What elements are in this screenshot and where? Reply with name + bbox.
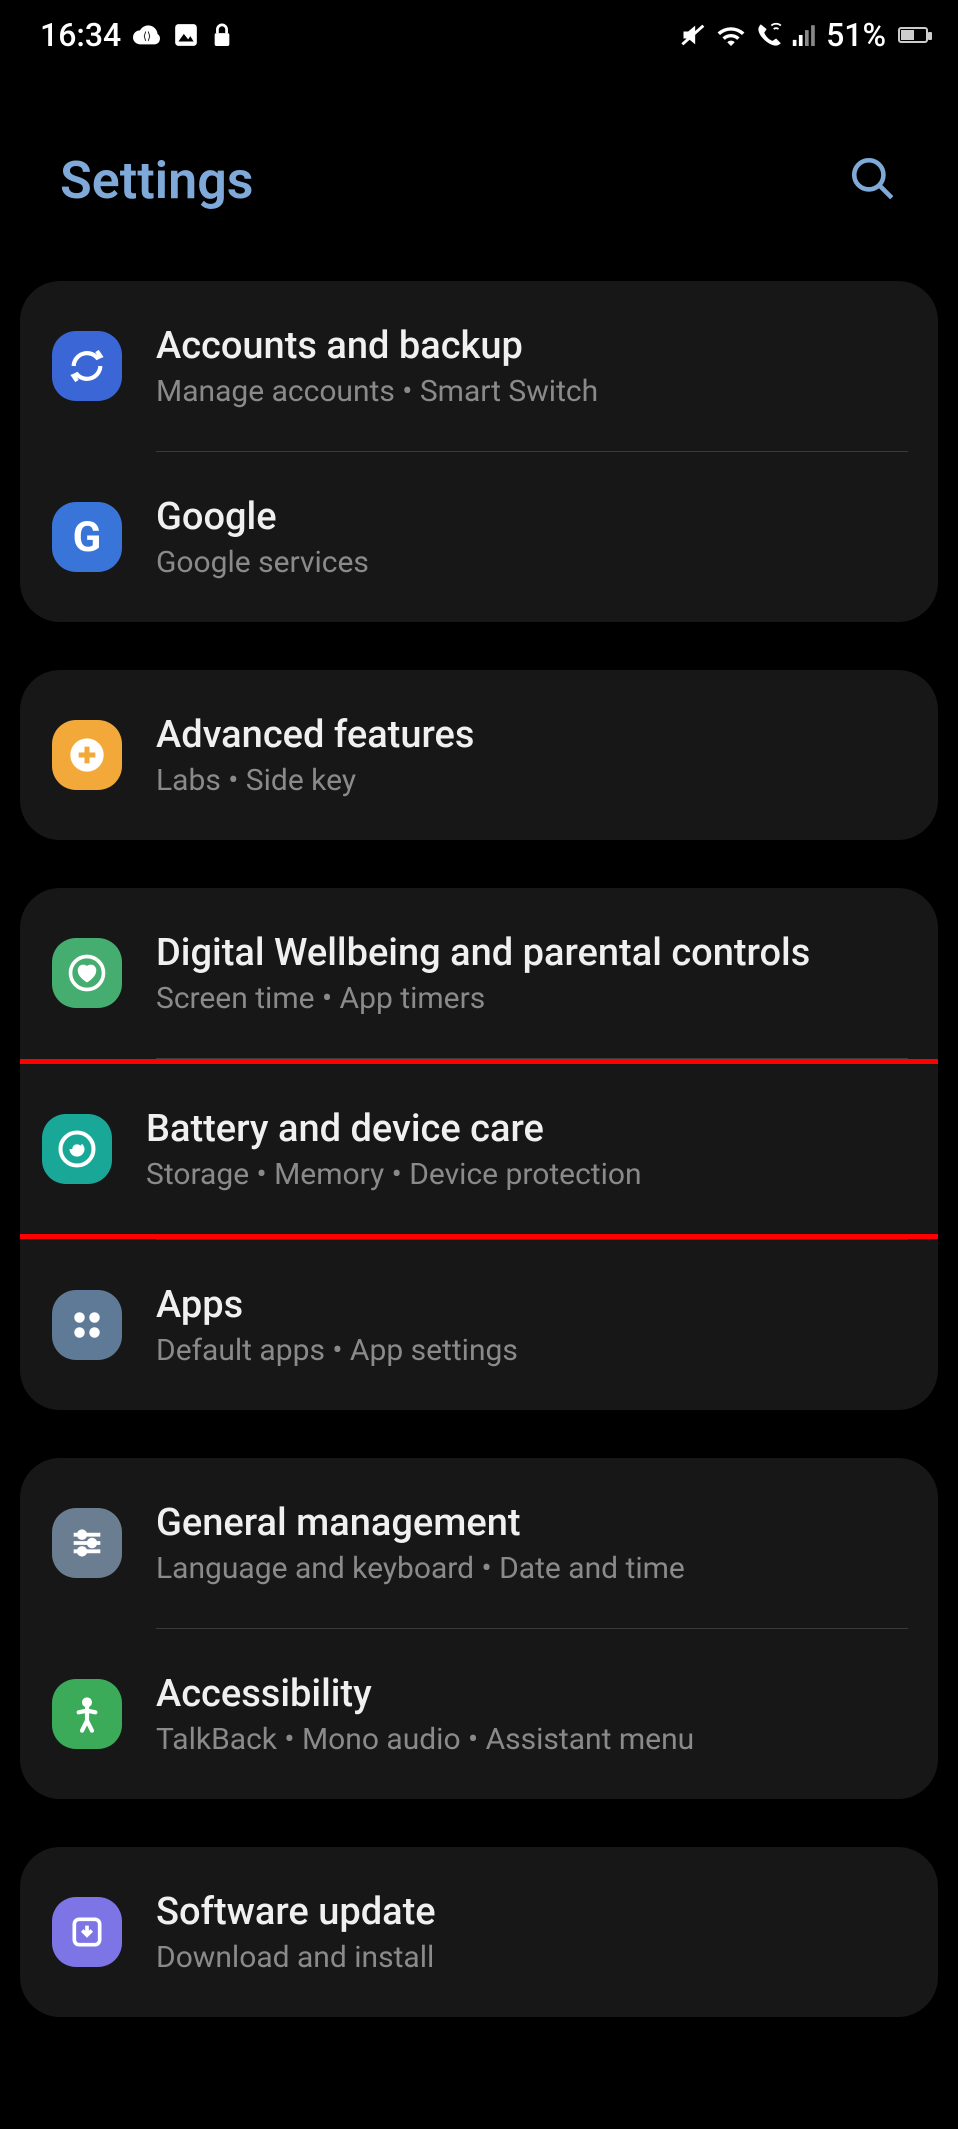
- settings-group: Accounts and backup Manage accounts • Sma…: [20, 281, 938, 622]
- row-text: Google Google services: [156, 495, 908, 580]
- apps-icon: [52, 1290, 122, 1360]
- row-text: General management Language and keyboard …: [156, 1501, 908, 1586]
- settings-group: Advanced features Labs • Side key: [20, 670, 938, 840]
- mute-icon: [680, 23, 708, 47]
- row-title: Accessibility: [156, 1672, 908, 1716]
- status-right: 51%: [680, 16, 928, 54]
- row-text: Apps Default apps • App settings: [156, 1283, 908, 1368]
- row-subtitle: Manage accounts • Smart Switch: [156, 374, 908, 409]
- row-subtitle: Default apps • App settings: [156, 1333, 908, 1368]
- row-text: Battery and device care Storage • Memory …: [146, 1107, 918, 1192]
- row-subtitle: TalkBack • Mono audio • Assistant menu: [156, 1722, 908, 1757]
- row-title: Battery and device care: [146, 1107, 918, 1151]
- battery-icon: [898, 27, 928, 43]
- page-title: Settings: [60, 150, 254, 211]
- row-title: Accounts and backup: [156, 324, 908, 368]
- row-text: Accounts and backup Manage accounts • Sma…: [156, 324, 908, 409]
- row-subtitle: Storage • Memory • Device protection: [146, 1157, 918, 1192]
- settings-row-general[interactable]: General management Language and keyboard …: [20, 1458, 938, 1628]
- plus-icon: [52, 720, 122, 790]
- row-subtitle: Download and install: [156, 1940, 908, 1975]
- sync-icon: [52, 331, 122, 401]
- row-text: Accessibility TalkBack • Mono audio • Ass…: [156, 1672, 908, 1757]
- settings-group: Software update Download and install: [20, 1847, 938, 2017]
- svg-text:⟨⟩: ⟨⟩: [143, 30, 151, 43]
- status-left: 16:34 ⟨⟩: [40, 16, 233, 54]
- signal-icon: [792, 24, 818, 46]
- search-button[interactable]: [848, 154, 898, 208]
- settings-group: Digital Wellbeing and parental controls S…: [20, 888, 938, 1410]
- person-icon: [52, 1679, 122, 1749]
- download-icon: [52, 1897, 122, 1967]
- lock-icon: [211, 21, 233, 49]
- wifi-icon: [716, 24, 746, 46]
- row-subtitle: Google services: [156, 545, 908, 580]
- google-icon: G: [52, 502, 122, 572]
- row-title: Apps: [156, 1283, 908, 1327]
- care-icon: [42, 1114, 112, 1184]
- gallery-icon: [173, 22, 199, 48]
- row-title: Advanced features: [156, 713, 908, 757]
- settings-row-google[interactable]: G Google Google services: [20, 452, 938, 622]
- header: Settings: [0, 70, 958, 281]
- status-time: 16:34: [40, 16, 121, 54]
- settings-row-accessibility[interactable]: Accessibility TalkBack • Mono audio • Ass…: [20, 1629, 938, 1799]
- row-text: Digital Wellbeing and parental controls S…: [156, 931, 908, 1016]
- row-title: Software update: [156, 1890, 908, 1934]
- settings-row-battery[interactable]: Battery and device care Storage • Memory …: [20, 1064, 938, 1234]
- row-subtitle: Language and keyboard • Date and time: [156, 1551, 908, 1586]
- heart-circle-icon: [52, 938, 122, 1008]
- wifi-calling-icon: [754, 22, 784, 48]
- sliders-icon: [52, 1508, 122, 1578]
- settings-row-software[interactable]: Software update Download and install: [20, 1847, 938, 2017]
- row-title: Google: [156, 495, 908, 539]
- battery-percent: 51%: [826, 16, 886, 54]
- cloud-icon: ⟨⟩: [133, 23, 161, 47]
- row-subtitle: Labs • Side key: [156, 763, 908, 798]
- settings-row-apps[interactable]: Apps Default apps • App settings: [20, 1240, 938, 1410]
- settings-group: General management Language and keyboard …: [20, 1458, 938, 1799]
- row-title: General management: [156, 1501, 908, 1545]
- highlight-box: Battery and device care Storage • Memory …: [20, 1059, 938, 1239]
- row-text: Software update Download and install: [156, 1890, 908, 1975]
- row-text: Advanced features Labs • Side key: [156, 713, 908, 798]
- row-subtitle: Screen time • App timers: [156, 981, 908, 1016]
- row-title: Digital Wellbeing and parental controls: [156, 931, 908, 975]
- settings-row-accounts[interactable]: Accounts and backup Manage accounts • Sma…: [20, 281, 938, 451]
- settings-row-advanced[interactable]: Advanced features Labs • Side key: [20, 670, 938, 840]
- settings-row-wellbeing[interactable]: Digital Wellbeing and parental controls S…: [20, 888, 938, 1058]
- status-bar: 16:34 ⟨⟩ 51%: [0, 0, 958, 70]
